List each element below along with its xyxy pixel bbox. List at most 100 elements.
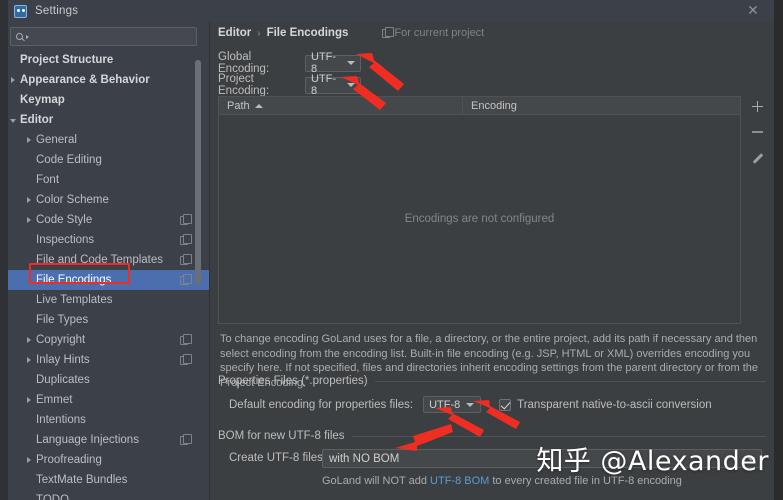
breadcrumb: Editor › File Encodings For current proj… [218, 27, 484, 39]
copy-settings-icon [180, 254, 192, 265]
project-encoding-dropdown[interactable]: UTF-8 [305, 73, 361, 97]
sidebar-item-todo[interactable]: TODO [8, 490, 209, 500]
sidebar-item-label: Intentions [36, 414, 86, 426]
remove-button[interactable] [747, 122, 767, 142]
sidebar-item-label: Inspections [36, 234, 95, 246]
sidebar-item-label: TextMate Bundles [36, 474, 128, 486]
sidebar-item-code-style[interactable]: Code Style [8, 210, 209, 230]
plus-icon [751, 100, 763, 112]
chevron-down-icon[interactable] [9, 116, 18, 125]
sidebar-item-general[interactable]: General [8, 130, 209, 150]
sort-asc-icon [254, 103, 263, 108]
scope-note: For current project [382, 27, 484, 39]
window-left-rail [0, 0, 8, 22]
column-header-encoding-label: Encoding [471, 99, 517, 112]
project-encoding-label: Project Encoding: [218, 73, 270, 97]
sidebar-item-appearance-behavior[interactable]: Appearance & Behavior [8, 70, 209, 90]
close-icon[interactable]: ✕ [745, 3, 761, 19]
add-button[interactable] [747, 96, 767, 116]
global-encoding-dropdown[interactable]: UTF-8 [305, 51, 361, 75]
sidebar-item-inspections[interactable]: Inspections [8, 230, 209, 250]
sidebar-item-live-templates[interactable]: Live Templates [8, 290, 209, 310]
copy-settings-icon [180, 274, 192, 285]
title-bar: Settings [0, 0, 783, 22]
default-properties-encoding-dropdown[interactable]: UTF-8 [423, 396, 482, 413]
scope-note-label: For current project [394, 27, 485, 39]
default-properties-encoding-row: Default encoding for properties files: U… [229, 396, 712, 413]
chevron-right-icon[interactable] [25, 136, 34, 145]
sidebar-item-textmate-bundles[interactable]: TextMate Bundles [8, 470, 209, 490]
settings-sidebar: Project Structure Appearance & Behavior Ke… [0, 22, 210, 500]
breadcrumb-separator-icon: › [257, 27, 261, 39]
encodings-table: Path Encoding Encodings are not configur… [218, 96, 741, 324]
annotation-highlight-file-encodings [29, 263, 130, 284]
sidebar-scrollbar-thumb[interactable] [195, 60, 201, 285]
edit-button[interactable] [747, 148, 767, 168]
column-header-path[interactable]: Path [219, 96, 463, 115]
create-utf8-value: with NO BOM [329, 452, 400, 465]
bom-hint-link[interactable]: UTF-8 BOM [430, 475, 489, 487]
transparent-conversion-checkbox-row[interactable]: Transparent native-to-ascii conversion [499, 398, 712, 411]
bom-section-title: BOM for new UTF-8 files [218, 430, 345, 442]
sidebar-item-intentions[interactable]: Intentions [8, 410, 209, 430]
table-body: Encodings are not configured [219, 115, 740, 323]
sidebar-item-label: Keymap [20, 94, 65, 106]
sidebar-scrollbar-track[interactable] [195, 60, 201, 285]
chevron-down-icon [466, 402, 475, 407]
transparent-conversion-checkbox[interactable] [499, 398, 512, 411]
sidebar-item-duplicates[interactable]: Duplicates [8, 370, 209, 390]
table-empty-text: Encodings are not configured [404, 213, 555, 225]
sidebar-item-project-structure[interactable]: Project Structure [8, 50, 209, 70]
sidebar-item-font[interactable]: Font [8, 170, 209, 190]
sidebar-item-label: General [36, 134, 77, 146]
goland-icon [14, 4, 27, 18]
transparent-conversion-label: Transparent native-to-ascii conversion [517, 398, 712, 411]
bom-hint-prefix: GoLand will NOT add [322, 475, 431, 487]
sidebar-item-inlay-hints[interactable]: Inlay Hints [8, 350, 209, 370]
sidebar-item-proofreading[interactable]: Proofreading [8, 450, 209, 470]
section-divider [351, 435, 766, 437]
sidebar-item-file-types[interactable]: File Types [8, 310, 209, 330]
sidebar-item-emmet[interactable]: Emmet [8, 390, 209, 410]
chevron-right-icon[interactable] [25, 396, 34, 405]
chevron-down-icon [347, 83, 355, 87]
column-header-encoding[interactable]: Encoding [463, 97, 740, 115]
chevron-right-icon[interactable] [25, 216, 34, 225]
search-input[interactable] [29, 30, 196, 43]
sidebar-item-color-scheme[interactable]: Color Scheme [8, 190, 209, 210]
chevron-right-icon[interactable] [9, 76, 18, 85]
sidebar-search[interactable] [10, 27, 197, 46]
copy-settings-icon [180, 234, 192, 245]
properties-section-header: Properties Files (*.properties) [218, 375, 766, 387]
create-utf8-row: Create UTF-8 files: [229, 452, 326, 464]
sidebar-item-label: Project Structure [20, 54, 114, 66]
copy-settings-icon [180, 434, 192, 445]
chevron-right-icon[interactable] [25, 356, 34, 365]
chevron-right-icon[interactable] [25, 196, 34, 205]
sidebar-item-label: Code Editing [36, 154, 102, 166]
sidebar-left-rail [0, 22, 8, 500]
table-header: Path Encoding [219, 96, 740, 115]
pencil-icon [751, 152, 763, 164]
default-properties-encoding-label: Default encoding for properties files: [229, 398, 414, 411]
chevron-right-icon[interactable] [25, 456, 34, 465]
sidebar-item-keymap[interactable]: Keymap [8, 90, 209, 110]
sidebar-item-language-injections[interactable]: Language Injections [8, 430, 209, 450]
project-encoding-value: UTF-8 [311, 73, 337, 97]
sidebar-item-copyright[interactable]: Copyright [8, 330, 209, 350]
sidebar-item-label: Inlay Hints [36, 354, 90, 366]
sidebar-item-label: Code Style [36, 214, 93, 226]
sidebar-item-code-editing[interactable]: Code Editing [8, 150, 209, 170]
breadcrumb-parent[interactable]: Editor [218, 27, 251, 39]
sidebar-item-label: Font [36, 174, 60, 186]
chevron-right-icon[interactable] [25, 336, 34, 345]
sidebar-item-label: Proofreading [36, 454, 102, 466]
project-scope-icon [382, 27, 394, 38]
section-divider [374, 380, 766, 382]
search-icon [16, 33, 23, 40]
sidebar-item-label: Language Injections [36, 434, 139, 446]
window-right-edge [774, 0, 783, 500]
sidebar-item-editor[interactable]: Editor [8, 110, 209, 130]
chevron-down-icon [347, 61, 355, 65]
column-header-path-label: Path [227, 99, 250, 112]
